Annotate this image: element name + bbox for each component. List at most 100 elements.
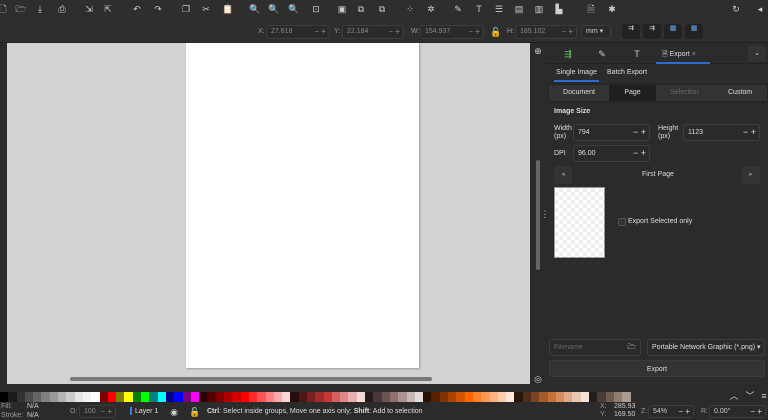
color-swatch[interactable] bbox=[348, 392, 357, 402]
color-swatch[interactable] bbox=[531, 392, 540, 402]
print-icon[interactable]: ⎙ bbox=[56, 3, 68, 15]
ungroup-icon[interactable]: ⧉ bbox=[355, 3, 367, 15]
color-swatch[interactable] bbox=[580, 392, 590, 402]
color-swatch[interactable] bbox=[41, 392, 50, 402]
color-swatch[interactable] bbox=[589, 392, 598, 402]
color-swatch[interactable] bbox=[472, 392, 482, 402]
color-swatch[interactable] bbox=[190, 392, 200, 402]
color-swatch[interactable] bbox=[306, 392, 316, 402]
save-icon[interactable]: ⤓ bbox=[34, 3, 46, 15]
tab-single-image[interactable]: Single Image bbox=[554, 69, 599, 82]
export-icon[interactable]: ⇱ bbox=[102, 3, 114, 15]
new-icon[interactable]: 🗋 bbox=[0, 3, 9, 15]
color-swatch[interactable] bbox=[0, 392, 9, 402]
mode-page[interactable]: Page bbox=[609, 85, 656, 101]
color-swatch[interactable] bbox=[365, 392, 374, 402]
color-swatch[interactable] bbox=[564, 392, 573, 402]
horizontal-scrollbar[interactable] bbox=[70, 377, 432, 381]
color-swatch[interactable] bbox=[141, 392, 150, 402]
group-icon[interactable]: ▣ bbox=[336, 3, 348, 15]
color-swatch[interactable] bbox=[613, 392, 623, 402]
color-swatch[interactable] bbox=[331, 392, 341, 402]
height-field[interactable]: 1123− + bbox=[683, 124, 760, 141]
color-swatch[interactable] bbox=[66, 392, 75, 402]
fill-icon[interactable]: ⇶ bbox=[562, 48, 574, 60]
color-swatch[interactable] bbox=[323, 392, 332, 402]
snap-button-1[interactable]: ⇉ bbox=[622, 24, 640, 39]
fill-stroke-icon[interactable]: ✎ bbox=[452, 3, 464, 15]
color-swatch[interactable] bbox=[340, 392, 349, 402]
color-swatch[interactable] bbox=[464, 392, 473, 402]
zoom-selection-icon[interactable]: 🔍 bbox=[249, 3, 261, 15]
color-swatch[interactable] bbox=[157, 392, 166, 402]
color-swatch[interactable] bbox=[257, 392, 266, 402]
color-swatch[interactable] bbox=[398, 392, 407, 402]
color-swatch[interactable] bbox=[406, 392, 415, 402]
folder-icon[interactable]: 🗁 bbox=[627, 340, 636, 355]
color-swatch[interactable] bbox=[99, 392, 108, 402]
color-swatch[interactable] bbox=[547, 392, 556, 402]
snap-button-4[interactable]: ▦ bbox=[685, 24, 703, 39]
node-icon[interactable]: ⁘ bbox=[404, 3, 416, 15]
color-swatch[interactable] bbox=[107, 392, 117, 402]
redo-icon[interactable]: ↷ bbox=[152, 3, 164, 15]
format-select[interactable]: Portable Network Graphic (*.png) ▾ bbox=[647, 339, 765, 356]
y-field[interactable]: 22.184− + bbox=[342, 25, 404, 39]
palette-scroll-down-icon[interactable]: ﹀ bbox=[744, 390, 756, 402]
text-icon[interactable]: T bbox=[631, 48, 643, 60]
palette-scroll-up-icon[interactable]: ︿ bbox=[728, 390, 740, 402]
color-managed-icon[interactable]: ◎ bbox=[532, 373, 544, 385]
zoom-drawing-icon[interactable]: 🔍 bbox=[268, 3, 280, 15]
toolbox[interactable] bbox=[0, 43, 7, 385]
color-swatch[interactable] bbox=[91, 392, 100, 402]
color-swatch[interactable] bbox=[116, 392, 125, 402]
layer-name[interactable]: Layer 1 bbox=[135, 408, 158, 415]
tabs-menu-button[interactable]: ⌄ bbox=[748, 46, 766, 62]
color-swatch[interactable] bbox=[572, 392, 581, 402]
next-page-button[interactable]: ▸ bbox=[742, 166, 760, 184]
cut-icon[interactable]: ✂ bbox=[200, 3, 212, 15]
color-swatch[interactable] bbox=[224, 392, 233, 402]
transform-icon[interactable]: ✲ bbox=[425, 3, 437, 15]
color-swatch[interactable] bbox=[373, 392, 382, 402]
color-swatch[interactable] bbox=[248, 392, 258, 402]
lock-icon[interactable]: 🔓 bbox=[490, 26, 502, 38]
color-swatch[interactable] bbox=[622, 392, 631, 402]
tab-batch-export[interactable]: Batch Export bbox=[607, 69, 647, 76]
color-swatch[interactable] bbox=[199, 392, 208, 402]
symbols-icon[interactable]: ▙ bbox=[553, 3, 565, 15]
mode-custom[interactable]: Custom bbox=[713, 85, 767, 101]
width-field[interactable]: 794− + bbox=[573, 124, 650, 141]
color-swatch[interactable] bbox=[539, 392, 548, 402]
color-swatch[interactable] bbox=[381, 392, 390, 402]
text-icon[interactable]: T bbox=[473, 3, 485, 15]
collapse-icon[interactable]: ◂ bbox=[754, 3, 766, 15]
color-swatch[interactable] bbox=[174, 392, 183, 402]
color-swatch[interactable] bbox=[481, 392, 490, 402]
color-swatch[interactable] bbox=[49, 392, 59, 402]
color-swatch[interactable] bbox=[597, 392, 606, 402]
zoom-corner-icon[interactable]: ⊕ bbox=[532, 45, 544, 57]
close-tab-icon[interactable]: × bbox=[692, 51, 696, 58]
color-swatch[interactable] bbox=[82, 392, 92, 402]
color-swatch[interactable] bbox=[149, 392, 158, 402]
import-icon[interactable]: ⇲ bbox=[83, 3, 95, 15]
preferences-icon[interactable]: ✱ bbox=[606, 3, 618, 15]
color-swatch[interactable] bbox=[207, 392, 216, 402]
mode-document[interactable]: Document bbox=[549, 85, 609, 101]
color-swatch[interactable] bbox=[132, 392, 142, 402]
color-swatch[interactable] bbox=[240, 392, 249, 402]
color-swatch[interactable] bbox=[33, 392, 42, 402]
color-swatch[interactable] bbox=[58, 392, 67, 402]
paste-icon[interactable]: 📋 bbox=[222, 3, 234, 15]
lock-layer-icon[interactable]: 🔓 bbox=[189, 406, 201, 418]
color-swatch[interactable] bbox=[456, 392, 465, 402]
zoom-fit-icon[interactable]: ⊡ bbox=[310, 3, 322, 15]
color-swatch[interactable] bbox=[298, 392, 307, 402]
color-swatch[interactable] bbox=[315, 392, 324, 402]
color-swatch[interactable] bbox=[356, 392, 366, 402]
color-swatch[interactable] bbox=[273, 392, 283, 402]
color-swatch[interactable] bbox=[605, 392, 614, 402]
prev-page-button[interactable]: ◂ bbox=[554, 166, 572, 184]
color-swatch[interactable] bbox=[290, 392, 299, 402]
